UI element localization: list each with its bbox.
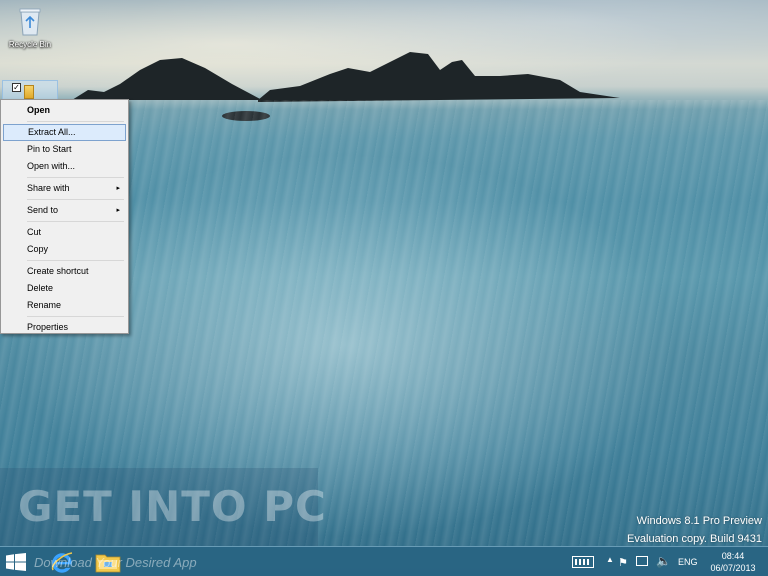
watermark-tagline: Download Your Desired App [34, 555, 197, 570]
show-hidden-icons-icon[interactable]: ▲ [606, 555, 614, 564]
menu-item-label: Share with [27, 183, 70, 193]
volume-icon[interactable]: 🔈 [656, 554, 671, 568]
menu-item-copy[interactable]: Copy [3, 241, 126, 258]
menu-item-label: Rename [27, 300, 62, 310]
action-center-flag-icon[interactable]: ⚑ [618, 556, 628, 569]
menu-separator [27, 199, 124, 200]
windows-start-icon[interactable] [6, 553, 26, 571]
network-icon[interactable] [636, 556, 648, 566]
submenu-arrow-icon: ▸ [116, 207, 120, 214]
recycle-bin-icon [19, 8, 41, 36]
clock-time: 08:44 [721, 551, 745, 561]
evaluation-edition: Windows 8.1 Pro Preview [636, 515, 762, 527]
menu-item-delete[interactable]: Delete [3, 280, 126, 297]
menu-item-open-with[interactable]: Open with... [3, 158, 126, 175]
menu-separator [27, 260, 124, 261]
menu-separator [27, 121, 124, 122]
menu-item-open[interactable]: Open [3, 102, 126, 119]
menu-separator [27, 221, 124, 222]
menu-item-label: Send to [27, 205, 59, 215]
submenu-arrow-icon: ▸ [116, 185, 120, 192]
menu-item-extract-all[interactable]: Extract All... [3, 124, 126, 141]
menu-item-label: Cut [27, 227, 42, 237]
watermark-logo: GET INTO PC [18, 482, 327, 531]
menu-item-label: Open with... [27, 161, 76, 171]
menu-item-label: Copy [27, 244, 49, 254]
selected-zip-file-icon[interactable]: ✓ [2, 80, 58, 100]
recycle-bin-desktop-icon[interactable]: Recycle Bin [0, 6, 60, 49]
menu-separator [27, 177, 124, 178]
menu-item-label: Properties [27, 322, 69, 332]
menu-item-label: Delete [27, 283, 54, 293]
evaluation-notice: Windows 8.1 Pro Preview Evaluation copy.… [627, 512, 762, 548]
menu-item-label: Pin to Start [27, 144, 72, 154]
checkbox-icon[interactable]: ✓ [12, 83, 21, 92]
menu-item-properties[interactable]: Properties [3, 319, 126, 336]
menu-item-pin-to-start[interactable]: Pin to Start [3, 141, 126, 158]
recycle-bin-label: Recycle Bin [8, 40, 52, 49]
menu-item-create-shortcut[interactable]: Create shortcut [3, 263, 126, 280]
menu-item-share-with[interactable]: Share with ▸ [3, 180, 126, 197]
menu-item-rename[interactable]: Rename [3, 297, 126, 314]
menu-item-label: Create shortcut [27, 266, 89, 276]
context-menu: Open Extract All... Pin to Start Open wi… [0, 99, 129, 334]
taskbar-clock[interactable]: 08:44 06/07/2013 [708, 550, 758, 574]
zip-folder-icon [24, 85, 34, 99]
menu-separator [27, 316, 124, 317]
input-language-indicator[interactable]: ENG [678, 557, 698, 567]
menu-item-label: Extract All... [28, 127, 76, 137]
menu-item-send-to[interactable]: Send to ▸ [3, 202, 126, 219]
clock-date: 06/07/2013 [710, 563, 756, 573]
menu-item-label: Open [27, 105, 51, 115]
menu-item-cut[interactable]: Cut [3, 224, 126, 241]
touch-keyboard-icon[interactable] [572, 556, 594, 568]
